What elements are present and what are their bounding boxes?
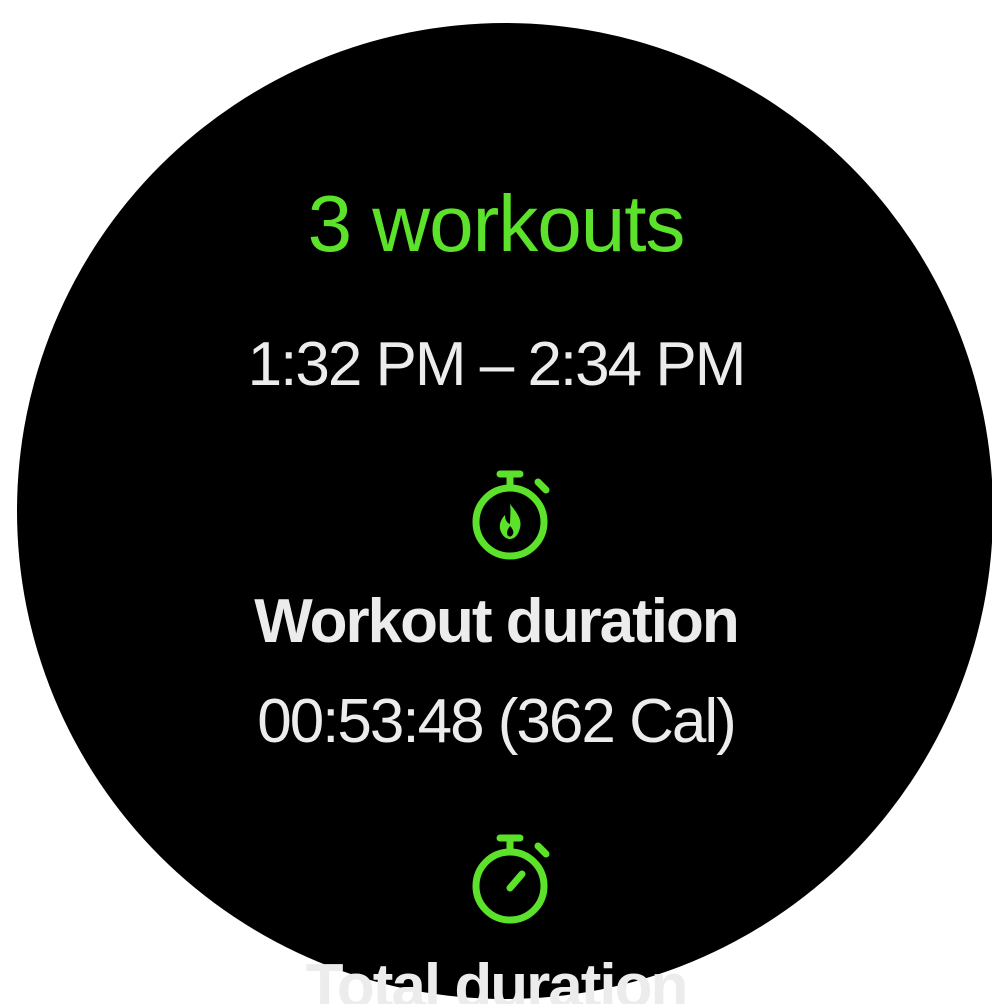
time-range: 1:32 PM – 2:34 PM — [247, 330, 747, 399]
workout-duration-value: 00:53:48 (362 Cal) — [257, 687, 737, 756]
stopwatch-flame-icon — [462, 468, 558, 564]
workouts-count-title: 3 workouts — [307, 179, 686, 268]
workout-summary: 3 workouts 1:32 PM – 2:34 PM Workout dur… — [0, 0, 992, 1004]
screen: 3 workouts 1:32 PM – 2:34 PM Workout dur… — [0, 0, 992, 1004]
total-duration-label: Total duration — [305, 952, 689, 1004]
workout-duration-label: Workout duration — [254, 587, 739, 656]
stopwatch-icon — [462, 832, 558, 928]
